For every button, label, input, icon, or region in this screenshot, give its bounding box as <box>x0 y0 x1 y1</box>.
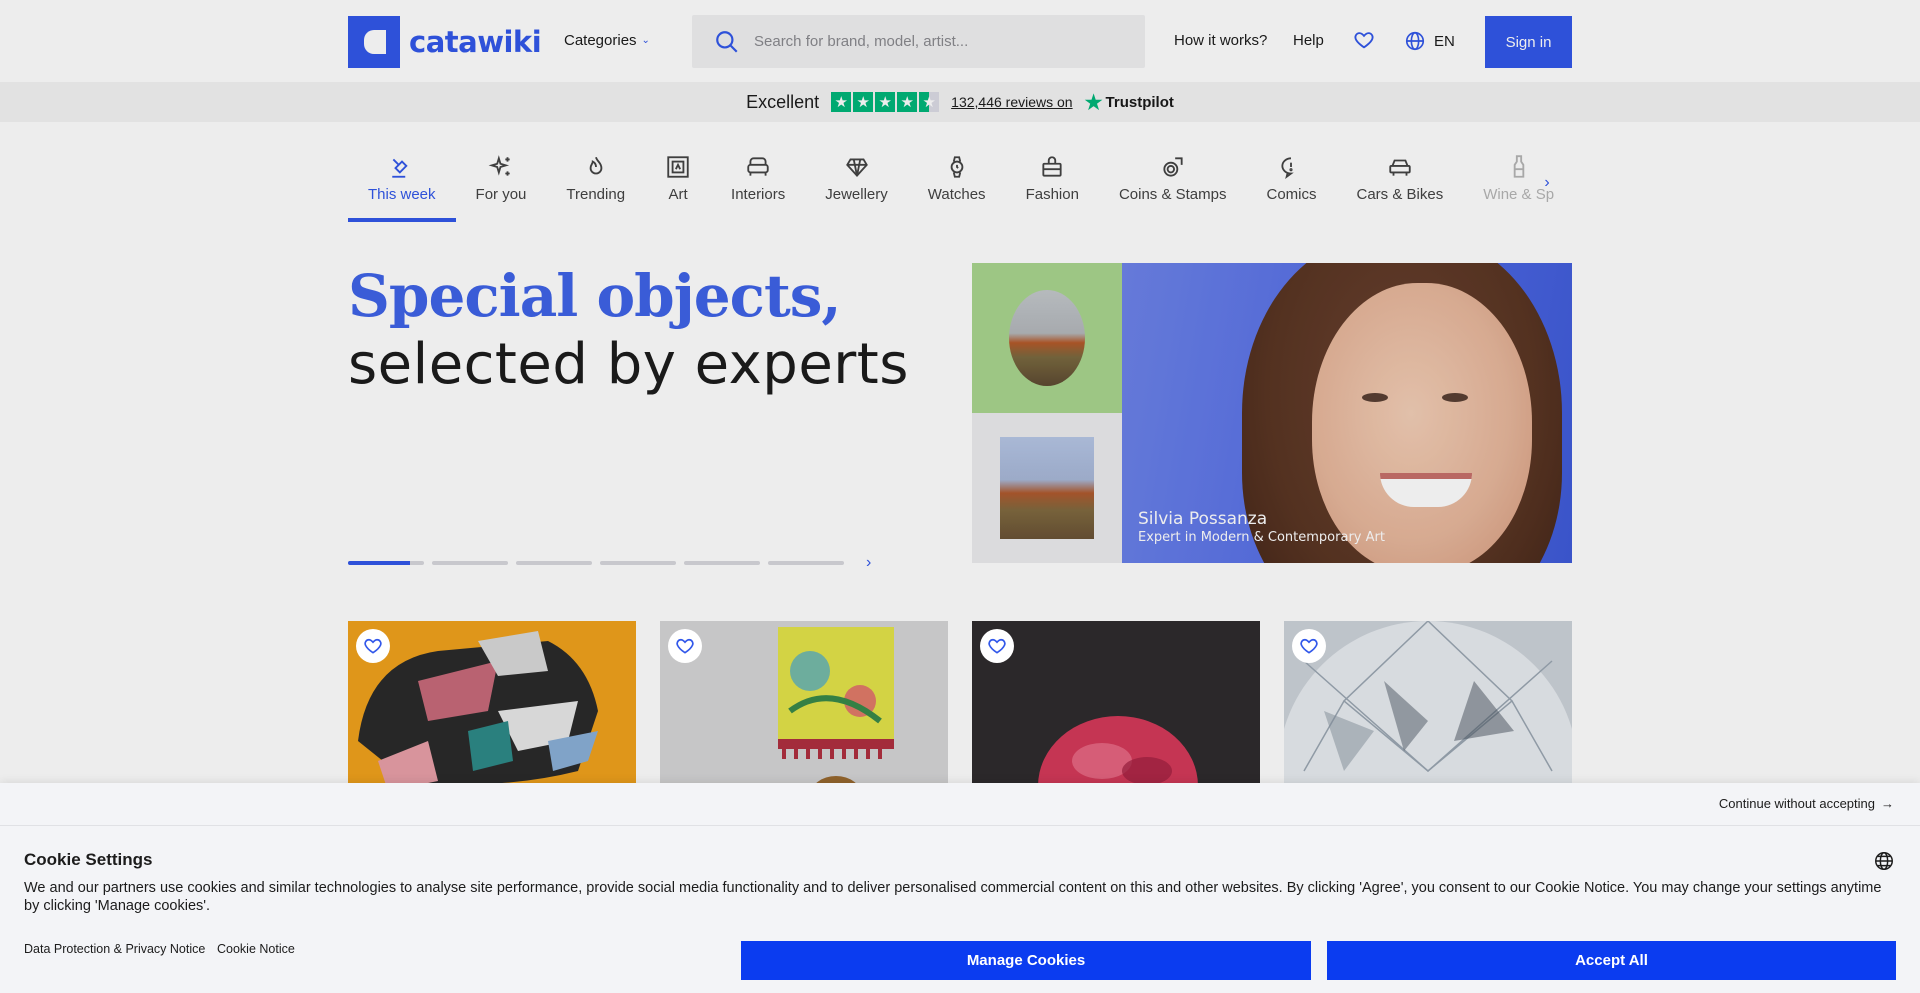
cookie-title: Cookie Settings <box>24 850 153 869</box>
cookie-banner-top: Continue without accepting → <box>0 783 1920 826</box>
cookie-banner: Continue without accepting → Cookie Sett… <box>0 783 1920 993</box>
globe-icon[interactable] <box>1873 850 1895 877</box>
page: catawiki Categories ⌄ How it works? Help… <box>0 0 1920 993</box>
arrow-right-icon: → <box>1881 796 1894 811</box>
cookie-description: We and our partners use cookies and simi… <box>24 880 1882 914</box>
accept-all-button[interactable]: Accept All <box>1327 941 1896 980</box>
heart-icon[interactable] <box>668 629 702 663</box>
heart-icon[interactable] <box>356 629 390 663</box>
page-dim-overlay <box>0 0 1920 783</box>
continue-without-accepting-link[interactable]: Continue without accepting → <box>1719 796 1894 811</box>
heart-icon[interactable] <box>1292 629 1326 663</box>
privacy-notice-link[interactable]: Data Protection & Privacy Notice <box>24 942 205 956</box>
continue-label: Continue without accepting <box>1718 796 1875 811</box>
manage-cookies-button[interactable]: Manage Cookies <box>741 941 1311 980</box>
cookie-notice-link[interactable]: Cookie Notice <box>217 942 295 956</box>
heart-icon[interactable] <box>980 629 1014 663</box>
